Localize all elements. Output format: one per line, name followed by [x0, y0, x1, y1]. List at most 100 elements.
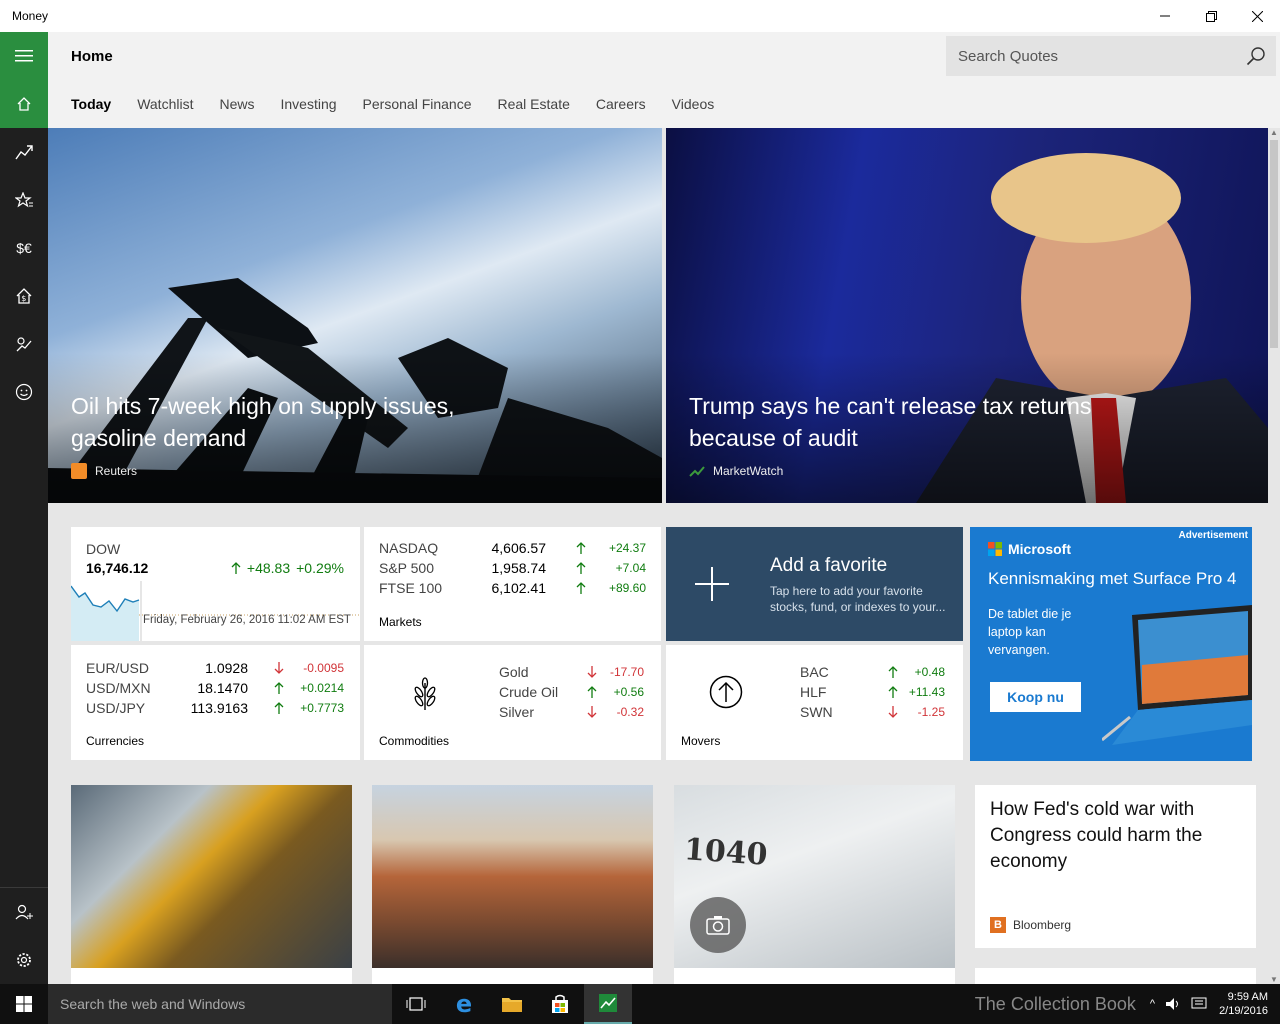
story-image-oil-pour[interactable] — [71, 785, 352, 968]
clock-time: 9:59 AM — [1227, 991, 1268, 1003]
volume-icon[interactable] — [1165, 997, 1181, 1011]
scroll-up-arrow-icon[interactable]: ▲ — [1268, 128, 1280, 137]
search-input[interactable] — [958, 47, 1236, 65]
movers-tile[interactable]: BAC +0.48 HLF +11.43 SWN -1.25 Movers — [666, 645, 963, 760]
change-direction — [882, 666, 898, 678]
hero-headline: Oil hits 7-week high on supply issues, g… — [71, 393, 455, 451]
home-icon — [17, 97, 31, 111]
tab-careers[interactable]: Careers — [596, 96, 646, 112]
restore-button[interactable] — [1188, 0, 1234, 32]
story-tile-partial[interactable] — [975, 968, 1256, 984]
markets-row[interactable]: S&P 500 1,958.74 +7.04 — [379, 558, 646, 578]
add-favorite-tile[interactable]: Add a favorite Tap here to add your favo… — [666, 527, 963, 641]
story-image-tax-form[interactable]: 1040 — [674, 785, 955, 968]
hamburger-icon — [15, 50, 33, 62]
nav-retirement[interactable] — [0, 320, 48, 368]
title-bar: Money — [0, 0, 1280, 32]
hero-story-trump[interactable]: Trump says he can't release tax returns … — [666, 128, 1268, 503]
camera-button[interactable] — [690, 897, 746, 953]
tray-chevron-icon[interactable]: ^ — [1150, 998, 1155, 1010]
nav-feedback[interactable] — [0, 368, 48, 416]
nav-home[interactable] — [0, 80, 48, 128]
nav-watchlist[interactable] — [0, 176, 48, 224]
ad-brand: Microsoft — [988, 541, 1071, 557]
file-explorer-button[interactable] — [488, 984, 536, 1024]
change-direction — [581, 686, 597, 698]
close-button[interactable] — [1234, 0, 1280, 32]
task-view-button[interactable] — [392, 984, 440, 1024]
story-tile-partial[interactable] — [71, 968, 352, 984]
dow-tile[interactable]: DOW 16,746.12 +48.83 +0.29% Friday, Febr… — [71, 527, 360, 641]
markets-row-change: +89.60 — [608, 581, 646, 595]
search-button[interactable] — [1236, 36, 1276, 76]
tab-videos[interactable]: Videos — [672, 96, 715, 112]
currencies-tile[interactable]: EUR/USD 1.0928 -0.0095 USD/MXN 18.1470 +0.021… — [71, 645, 360, 760]
store-button[interactable] — [536, 984, 584, 1024]
commodities-row[interactable]: Silver -0.32 — [499, 702, 644, 722]
tab-real-estate[interactable]: Real Estate — [498, 96, 570, 112]
commodities-row[interactable]: Crude Oil +0.56 — [499, 682, 644, 702]
tab-news[interactable]: News — [219, 96, 254, 112]
hero-story-oil[interactable]: Oil hits 7-week high on supply issues, g… — [48, 128, 662, 503]
story-tile-partial[interactable] — [372, 968, 653, 984]
arrow-up-icon — [274, 702, 284, 714]
hamburger-button[interactable] — [0, 32, 48, 80]
scroll-down-arrow-icon[interactable]: ▼ — [1268, 975, 1280, 984]
story-source-label: Bloomberg — [1013, 918, 1072, 932]
change-direction — [248, 702, 284, 714]
story-tile-fed[interactable]: How Fed's cold war with Congress could h… — [975, 785, 1256, 948]
currencies-row[interactable]: USD/JPY 113.9163 +0.7773 — [86, 698, 345, 718]
currencies-icon: $€ — [16, 240, 32, 256]
advertisement-tile[interactable]: Advertisement Microsoft Kennismaking met… — [970, 527, 1252, 761]
nav-currencies[interactable]: $€ — [0, 224, 48, 272]
start-button[interactable] — [0, 984, 48, 1024]
markets-tile[interactable]: NASDAQ 4,606.57 +24.37 S&P 500 1,958.74 +7.04… — [364, 527, 661, 641]
nav-account[interactable] — [0, 888, 48, 936]
nav-markets[interactable] — [0, 128, 48, 176]
currencies-row[interactable]: USD/MXN 18.1470 +0.0214 — [86, 678, 345, 698]
koop-nu-button[interactable]: Koop nu — [990, 682, 1081, 712]
tab-watchlist[interactable]: Watchlist — [137, 96, 193, 112]
dow-value: 16,746.12 — [86, 560, 149, 576]
movers-row[interactable]: BAC +0.48 — [800, 662, 945, 682]
tab-investing[interactable]: Investing — [281, 96, 337, 112]
ad-brand-label: Microsoft — [1008, 541, 1071, 557]
tab-today[interactable]: Today — [71, 96, 111, 112]
clock[interactable]: 9:59 AM 2/19/2016 — [1211, 990, 1280, 1018]
minimize-button[interactable] — [1142, 0, 1188, 32]
story-tile-partial[interactable] — [674, 968, 955, 984]
nav-mortgage[interactable]: $ — [0, 272, 48, 320]
nav-settings[interactable] — [0, 936, 48, 984]
dow-sparkline — [71, 581, 360, 641]
commodities-tile[interactable]: Gold -17.70 Crude Oil +0.56 Silver -0.32 Comm… — [364, 645, 661, 760]
dow-change-value: +48.83 — [246, 560, 291, 576]
content-area: Oil hits 7-week high on supply issues, g… — [48, 128, 1268, 984]
dow-change-percent: +0.29% — [296, 560, 344, 576]
arrow-up-icon — [576, 582, 586, 594]
vertical-scrollbar[interactable]: ▲ ▼ — [1268, 128, 1280, 984]
watchlist-icon — [15, 192, 33, 208]
movers-row[interactable]: HLF +11.43 — [800, 682, 945, 702]
markets-row[interactable]: FTSE 100 6,102.41 +89.60 — [379, 578, 646, 598]
minimize-icon — [1160, 15, 1170, 17]
markets-row[interactable]: NASDAQ 4,606.57 +24.37 — [379, 538, 646, 558]
dow-change: +48.83 +0.29% — [231, 560, 344, 576]
currencies-list: EUR/USD 1.0928 -0.0095 USD/MXN 18.1470 +0.021… — [86, 658, 345, 718]
movers-row[interactable]: SWN -1.25 — [800, 702, 945, 722]
edge-button[interactable]: e — [440, 984, 488, 1024]
taskbar-search[interactable]: Search the web and Windows — [48, 984, 392, 1024]
commodities-row[interactable]: Gold -17.70 — [499, 662, 644, 682]
markets-row-value: 6,102.41 — [491, 580, 547, 596]
scrollbar-thumb[interactable] — [1270, 140, 1278, 348]
story-image-couple-desert[interactable] — [372, 785, 653, 968]
hero-source-label: MarketWatch — [713, 464, 784, 478]
money-app-button[interactable] — [584, 984, 632, 1024]
camera-icon — [706, 916, 730, 935]
search-box[interactable] — [946, 36, 1276, 76]
movers-row-change: +11.43 — [908, 685, 945, 699]
action-center-icon[interactable] — [1191, 997, 1207, 1011]
arrow-down-icon — [274, 662, 284, 674]
hero-source-label: Reuters — [95, 464, 138, 478]
tab-personal-finance[interactable]: Personal Finance — [363, 96, 472, 112]
currencies-row[interactable]: EUR/USD 1.0928 -0.0095 — [86, 658, 345, 678]
